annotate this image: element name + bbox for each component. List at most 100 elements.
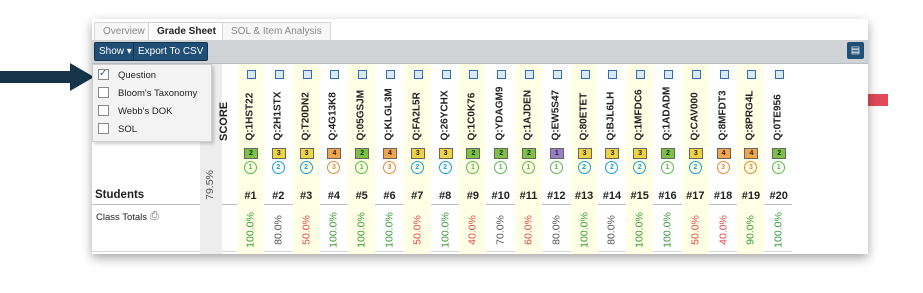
question-percent-correct: 100.0% [661,212,674,248]
tab-overview[interactable]: Overview [94,22,154,40]
question-column: Q:1HST22 2 1 #1 100.0% [237,64,264,254]
question-column: Q:4G13K8 4 3 #4 100.0% [320,64,347,254]
question-preview-icon[interactable] [552,70,562,79]
menu-item-blooms[interactable]: Bloom's Taxonomy [98,86,197,102]
question-column: Q:26YCHX 3 2 #8 100.0% [432,64,459,254]
dok-level-badge: 1 [244,161,257,174]
question-preview-icon[interactable] [247,70,256,79]
question-preview-icon[interactable] [441,70,451,79]
question-percent-correct: 50.0% [689,215,702,245]
class-totals-label: Class Totals [96,212,148,223]
question-id-header[interactable]: Q:26YCHX [432,64,459,142]
question-preview-icon[interactable] [580,70,590,79]
menu-item-question[interactable]: Question [98,66,156,84]
question-percent-correct: 100.0% [578,212,591,248]
question-preview-icon[interactable] [469,70,479,79]
blooms-level-badge: 3 [271,148,286,159]
score-header: SCORE [218,101,230,141]
dok-level-badge: 1 [661,161,674,174]
question-id-header[interactable]: Q:1HST22 [237,64,264,142]
question-id-header[interactable]: Q:80ETET [571,64,598,142]
question-column: Q:2H1STX 3 2 #2 80.0% [265,64,292,254]
question-column: Q:1ADADM 2 1 #16 100.0% [654,64,681,254]
question-id-header[interactable]: Q:YDAGM9 [487,64,514,142]
question-preview-icon[interactable] [274,70,284,79]
question-id-header[interactable]: Q:T20DN2 [293,64,320,142]
question-preview-icon[interactable] [664,70,673,79]
question-id-header[interactable]: Q:8PRG4L [737,64,764,142]
question-id-header[interactable]: Q:1ADADM [654,64,681,142]
blooms-level-badge: 4 [716,148,731,159]
question-id-header[interactable]: Q:2H1STX [265,64,292,142]
blooms-level-badge: 2 [466,148,481,159]
question-column: Q:1AJDEN 2 1 #11 60.0% [515,64,542,254]
question-checkbox[interactable] [98,66,109,82]
dok-level-badge: 1 [355,161,369,174]
question-preview-icon[interactable] [719,70,729,79]
dok-level-badge: 2 [605,161,619,174]
question-id-header[interactable]: Q:1AJDEN [515,64,542,142]
question-id-header[interactable]: Q:KLGL3M [376,64,403,142]
menu-item-webbs-dok[interactable]: Webb's DOK [98,104,172,120]
question-preview-icon[interactable] [691,70,701,79]
blooms-level-badge: 3 [577,148,592,159]
question-column: Q:YDAGM9 2 1 #10 70.0% [487,64,514,254]
print-class-totals-icon[interactable]: ⎙ [150,210,159,223]
blooms-checkbox[interactable] [98,86,109,98]
question-column: Q:05GSJM 2 1 #5 100.0% [348,64,376,254]
question-id-header[interactable]: Q:CAV000 [682,64,709,142]
question-column: Q:KLGL3M 4 3 #6 100.0% [376,64,403,254]
question-column: Q:80ETET 3 2 #13 100.0% [570,64,598,254]
question-column: Q:FA2L5R 3 2 #7 50.0% [403,64,431,254]
question-column: Q:0TE956 2 1 #20 100.0% [765,64,792,254]
print-button[interactable]: ▤ [847,42,864,59]
blooms-level-badge: 2 [661,148,675,159]
question-id-header[interactable]: Q:8MFDT3 [710,64,737,142]
question-preview-icon[interactable] [302,70,312,79]
question-id-header[interactable]: Q:0TE956 [765,64,792,142]
dok-level-badge: 3 [383,161,396,174]
sol-checkbox[interactable] [98,122,109,134]
dok-level-badge: 2 [299,161,313,174]
question-preview-icon[interactable] [358,70,368,79]
class-score-value: 79.5% [204,170,216,200]
question-id-header[interactable]: Q:BJL6LH [598,64,625,142]
menu-item-sol[interactable]: SOL [98,122,137,138]
question-preview-icon[interactable] [330,70,340,79]
question-id-header[interactable]: Q:1MFDC6 [626,64,653,142]
tab-sol-item-analysis[interactable]: SOL & Item Analysis [222,22,331,40]
blooms-level-badge: 2 [522,148,536,159]
question-preview-icon[interactable] [497,70,507,79]
question-preview-icon[interactable] [525,70,534,79]
blooms-level-badge: 3 [438,148,453,159]
blooms-level-badge: 2 [494,148,509,159]
question-id-header[interactable]: Q:FA2L5R [404,64,431,142]
show-dropdown-menu: Question Bloom's Taxonomy Webb's DOK SOL [92,64,212,142]
question-percent-correct: 100.0% [772,212,785,248]
question-preview-icon[interactable] [747,70,757,79]
webbs-dok-checkbox[interactable] [98,104,109,116]
blooms-level-badge: 4 [383,148,397,159]
question-column: Q:BJL6LH 3 2 #14 80.0% [598,64,625,254]
question-preview-icon[interactable] [608,70,618,79]
question-preview-icon[interactable] [386,70,395,79]
show-button[interactable]: Show ▾ [94,42,137,61]
question-preview-icon[interactable] [413,70,423,79]
question-percent-correct: 100.0% [244,212,257,248]
question-percent-correct: 50.0% [300,215,313,245]
question-id-header[interactable]: Q:05GSJM [348,64,375,142]
question-id-header[interactable]: Q:1C0K76 [459,64,486,142]
export-csv-button[interactable]: Export To CSV [133,42,209,61]
blooms-level-badge: 3 [410,148,425,159]
tab-grade-sheet[interactable]: Grade Sheet [148,22,225,41]
question-column: Q:8PRG4L 4 3 #19 90.0% [737,64,765,254]
dok-level-badge: 3 [744,161,758,174]
printer-icon: ▤ [850,45,861,56]
question-id-header[interactable]: Q:EW5S47 [543,64,570,142]
dok-level-badge: 1 [466,161,480,174]
question-preview-icon[interactable] [775,70,785,79]
question-id-header[interactable]: Q:4G13K8 [320,64,347,142]
question-preview-icon[interactable] [636,70,646,79]
dok-level-badge: 2 [633,161,647,174]
students-header: Students [95,189,145,201]
